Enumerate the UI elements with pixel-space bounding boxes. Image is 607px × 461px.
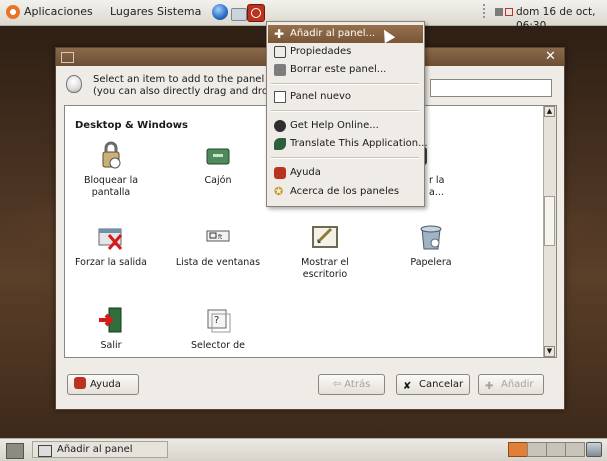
cancel-button-label: Cancelar (419, 379, 464, 390)
web-browser-icon[interactable] (212, 4, 228, 20)
add-button[interactable]: ✚ Añadir (478, 374, 544, 395)
list-item-label: Forzar la salida (75, 257, 147, 268)
help-launcher-icon[interactable] (247, 4, 265, 22)
menu-separator (271, 110, 419, 112)
cancel-button[interactable]: ✘ Cancelar (396, 374, 470, 395)
workspace-1[interactable] (508, 442, 528, 457)
list-item-label: Cajón (204, 175, 232, 186)
scroll-thumb[interactable] (544, 196, 555, 246)
translate-icon (274, 138, 286, 150)
menu-item-new-panel[interactable]: Panel nuevo (268, 88, 423, 106)
help-button[interactable]: Ayuda (67, 374, 139, 395)
back-button[interactable]: ⇦ Atrás (318, 374, 385, 395)
menu-separator (271, 83, 419, 85)
menu-item-label: Get Help Online... (290, 120, 379, 131)
scroll-up-arrow-icon[interactable]: ▲ (544, 106, 555, 117)
force-quit-icon (95, 221, 127, 253)
panel-separator (483, 4, 485, 20)
svg-text:?: ? (214, 315, 219, 326)
taskbar-window-label: Añadir al panel (57, 444, 133, 455)
menu-item-label: Ayuda (290, 167, 321, 178)
help-online-icon (274, 120, 286, 132)
window-menu-icon[interactable] (61, 52, 74, 63)
list-item-logout[interactable]: Salir (65, 304, 161, 352)
help-icon (74, 377, 86, 389)
close-icon[interactable]: ✕ (543, 49, 558, 64)
workspace-4[interactable] (565, 442, 585, 457)
list-item-label: Bloquear la pantalla (83, 175, 139, 198)
menu-item-label: Borrar este panel... (290, 64, 387, 75)
panel-context-menu: ✚ Añadir al panel... Propiedades Borrar … (266, 21, 428, 207)
list-item-label: Salir (100, 340, 122, 351)
list-scrollbar[interactable]: ▲ ▼ (543, 106, 556, 357)
menu-item-delete-panel[interactable]: Borrar este panel... (268, 61, 423, 79)
add-plus-icon: ✚ (485, 381, 494, 392)
menu-item-label: Añadir al panel... (290, 28, 376, 39)
workspace-2[interactable] (527, 442, 547, 457)
trash-icon[interactable] (586, 442, 602, 457)
add-plus-icon: ✚ (274, 27, 285, 41)
delete-icon (274, 64, 286, 76)
mail-client-icon[interactable] (231, 8, 247, 21)
back-arrow-icon: ⇦ (332, 379, 342, 390)
logout-icon (95, 304, 127, 336)
dialog-hint: Select an item to add to the panel (you … (93, 74, 279, 97)
drawer-icon (202, 139, 234, 171)
star-icon: ✪ (274, 185, 284, 198)
list-item-force-quit[interactable]: Forzar la salida (65, 221, 161, 269)
lightbulb-icon (66, 75, 82, 93)
menu-item-properties[interactable]: Propiedades (268, 43, 423, 61)
menu-aplicaciones[interactable]: Aplicaciones (24, 5, 93, 19)
ubuntu-logo-icon[interactable] (6, 5, 20, 19)
workspace-3[interactable] (546, 442, 566, 457)
list-item-window-list[interactable]: ft Lista de ventanas (168, 221, 268, 269)
list-item-label: Lista de ventanas (175, 257, 261, 268)
help-icon (274, 167, 286, 179)
menu-sistema[interactable]: Sistema (157, 5, 201, 19)
list-item-show-desktop[interactable]: Mostrar el escritorio (275, 221, 375, 281)
show-desktop-icon (309, 221, 341, 253)
list-item-label: Selector de (191, 340, 245, 351)
taskbar-window-button[interactable]: Añadir al panel (32, 441, 168, 458)
help-button-label: Ayuda (90, 379, 121, 390)
new-panel-icon (274, 91, 286, 103)
menu-item-translate[interactable]: Translate This Application... (268, 135, 428, 153)
menu-item-about-panels[interactable]: ✪ Acerca de los paneles (268, 183, 423, 201)
list-item-label: Mostrar el escritorio (301, 257, 349, 280)
menu-lugares[interactable]: Lugares (110, 5, 153, 19)
selector-icon: ? (202, 304, 234, 336)
clock[interactable]: dom 16 de oct, 06:30 (516, 5, 607, 33)
window-icon (38, 445, 52, 457)
trash-icon (415, 221, 447, 253)
scroll-down-arrow-icon[interactable]: ▼ (544, 346, 555, 357)
search-input[interactable] (430, 79, 552, 97)
menu-item-help[interactable]: Ayuda (268, 164, 423, 182)
list-item-lock-screen[interactable]: Bloquear la pantalla (65, 139, 161, 199)
svg-text:ft: ft (218, 234, 223, 241)
properties-icon (274, 46, 286, 58)
notification-icon[interactable] (505, 8, 513, 16)
bottom-panel: Añadir al panel (0, 438, 607, 461)
cancel-x-icon: ✘ (403, 381, 412, 392)
volume-icon[interactable] (495, 8, 503, 16)
menu-item-get-help-online[interactable]: Get Help Online... (268, 117, 423, 135)
menu-item-label: Translate This Application... (290, 138, 428, 149)
add-button-label: Añadir (501, 379, 534, 390)
menu-separator (271, 157, 419, 159)
list-item-selector[interactable]: ? Selector de (168, 304, 268, 352)
window-list-icon: ft (202, 221, 234, 253)
show-desktop-icon[interactable] (6, 443, 24, 459)
menu-item-add-to-panel[interactable]: ✚ Añadir al panel... (268, 25, 423, 43)
list-item-label: Papelera (410, 257, 452, 268)
list-item-drawer[interactable]: Cajón (168, 139, 268, 187)
menu-item-label: Propiedades (290, 46, 352, 57)
list-item-trash[interactable]: Papelera (381, 221, 481, 269)
back-button-label: Atrás (344, 379, 371, 390)
section-title: Desktop & Windows (75, 120, 188, 131)
menu-item-label: Panel nuevo (290, 91, 352, 102)
lock-icon (95, 139, 127, 171)
menu-item-label: Acerca de los paneles (290, 186, 400, 197)
